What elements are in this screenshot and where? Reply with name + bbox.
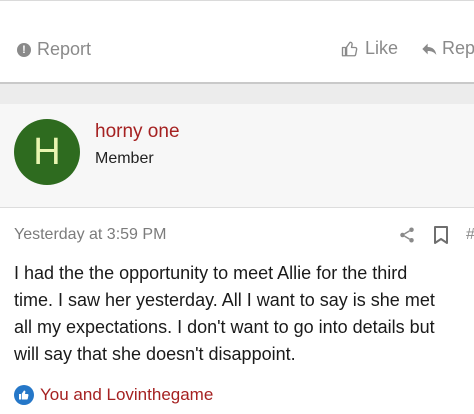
like-badge-icon <box>14 385 34 405</box>
post-permalink[interactable]: # <box>466 226 474 244</box>
like-label: Like <box>365 38 399 58</box>
post-actions-bar: ! Report Like Rep <box>0 0 474 84</box>
post-author-block: H horny one Member <box>0 104 474 208</box>
username-link[interactable]: horny one <box>95 121 180 143</box>
avatar-letter: H <box>33 130 61 173</box>
report-button[interactable]: ! Report <box>17 39 91 60</box>
post-content: Yesterday at 3:59 PM # I had the the opp… <box>0 208 474 414</box>
like-button[interactable]: Like <box>341 38 398 59</box>
avatar[interactable]: H <box>14 119 80 185</box>
likes-text[interactable]: You and Lovinthegame <box>40 385 213 405</box>
reply-label: Rep <box>442 38 474 58</box>
share-icon[interactable] <box>398 226 416 249</box>
report-label: Report <box>37 39 92 59</box>
post-separator <box>0 84 474 104</box>
post-body: I had the the opportunity to meet Allie … <box>14 263 435 364</box>
alert-icon: ! <box>17 42 31 57</box>
user-title: Member <box>95 150 154 167</box>
likes-summary[interactable]: You and Lovinthegame <box>14 385 213 405</box>
reply-arrow-icon <box>422 43 437 55</box>
post-timestamp[interactable]: Yesterday at 3:59 PM <box>14 226 166 244</box>
reply-button[interactable]: Rep <box>421 38 474 59</box>
thumbs-up-icon <box>341 41 358 56</box>
bookmark-icon[interactable] <box>433 225 449 250</box>
